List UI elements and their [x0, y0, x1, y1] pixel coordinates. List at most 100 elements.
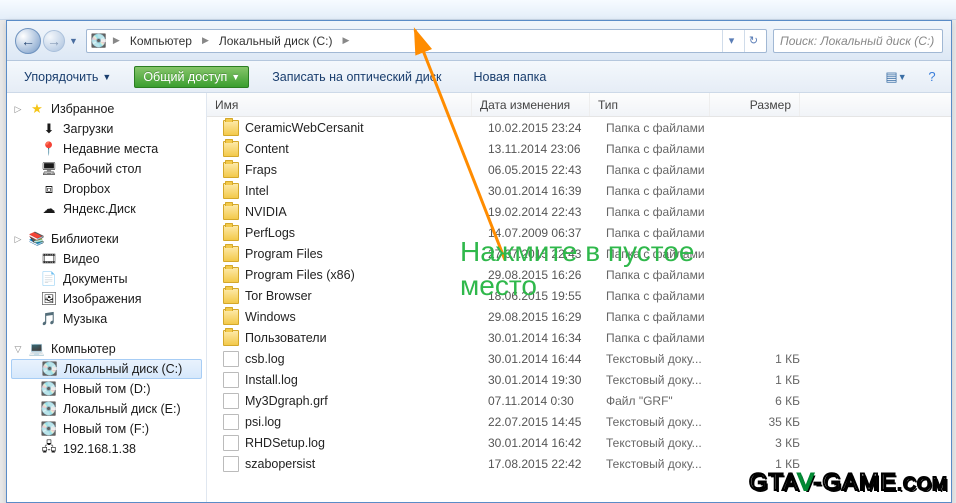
file-date: 30.01.2014 16:42: [480, 436, 598, 450]
drive-icon: 💽: [91, 33, 107, 49]
sidebar-item[interactable]: 📍Недавние места: [7, 139, 206, 159]
file-row[interactable]: csb.log30.01.2014 16:44Текстовый доку...…: [207, 348, 951, 369]
file-date: 30.01.2014 16:39: [480, 184, 598, 198]
new-folder-button[interactable]: Новая папка: [464, 66, 555, 88]
file-row[interactable]: Content13.11.2014 23:06Папка с файлами: [207, 138, 951, 159]
drive-icon: 💽: [41, 421, 57, 437]
file-row[interactable]: Intel30.01.2014 16:39Папка с файлами: [207, 180, 951, 201]
sidebar-item[interactable]: 💽Новый том (D:): [7, 379, 206, 399]
file-type: Папка с файлами: [598, 289, 718, 303]
back-button[interactable]: ←: [15, 28, 41, 54]
file-name: Пользователи: [245, 331, 327, 345]
library-icon: 📚: [29, 231, 45, 247]
file-row[interactable]: Program Files27.07.2015 22:43Папка с фай…: [207, 243, 951, 264]
docs-icon: 📄: [41, 271, 57, 287]
libraries-header[interactable]: ▷ 📚 Библиотеки: [7, 229, 206, 249]
sidebar-item-label: Новый том (D:): [63, 382, 151, 396]
search-input[interactable]: Поиск: Локальный диск (C:): [773, 29, 943, 53]
search-placeholder: Поиск: Локальный диск (C:): [780, 34, 934, 48]
sidebar-item[interactable]: 🖼Изображения: [7, 289, 206, 309]
video-icon: 🎞: [41, 251, 57, 267]
sidebar-item-label: Музыка: [63, 312, 107, 326]
address-dropdown[interactable]: ▾: [722, 30, 740, 52]
sidebar-item[interactable]: 💽Локальный диск (E:): [7, 399, 206, 419]
sidebar-item[interactable]: 🎵Музыка: [7, 309, 206, 329]
file-row[interactable]: RHDSetup.log30.01.2014 16:42Текстовый до…: [207, 432, 951, 453]
sidebar-item-label: Видео: [63, 252, 100, 266]
file-type: Папка с файлами: [598, 247, 718, 261]
download-icon: ⬇: [41, 121, 57, 137]
folder-icon: [223, 267, 239, 283]
file-name: PerfLogs: [245, 226, 295, 240]
col-type[interactable]: Тип: [590, 93, 710, 116]
organize-button[interactable]: Упорядочить ▼: [15, 66, 120, 88]
file-icon: [223, 393, 239, 409]
titlebar-remnant: [0, 0, 956, 20]
sidebar-item-label: Локальный диск (E:): [63, 402, 181, 416]
file-row[interactable]: NVIDIA19.02.2014 22:43Папка с файлами: [207, 201, 951, 222]
file-type: Текстовый доку...: [598, 415, 718, 429]
expand-icon: ▽: [13, 344, 23, 355]
sidebar-item-label: Яндекс.Диск: [63, 202, 136, 216]
file-row[interactable]: psi.log22.07.2015 14:45Текстовый доку...…: [207, 411, 951, 432]
folder-icon: [223, 246, 239, 262]
file-date: 29.08.2015 16:26: [480, 268, 598, 282]
computer-icon: 💻: [29, 341, 45, 357]
burn-button[interactable]: Записать на оптический диск: [263, 66, 450, 88]
computer-header[interactable]: ▽ 💻 Компьютер: [7, 339, 206, 359]
share-button[interactable]: Общий доступ ▼: [134, 66, 249, 88]
file-row[interactable]: PerfLogs14.07.2009 06:37Папка с файлами: [207, 222, 951, 243]
sidebar-item[interactable]: 🖥Рабочий стол: [7, 159, 206, 179]
file-date: 22.07.2015 14:45: [480, 415, 598, 429]
sidebar-item[interactable]: ⬇Загрузки: [7, 119, 206, 139]
file-type: Папка с файлами: [598, 184, 718, 198]
view-options-button[interactable]: ▤ ▼: [885, 66, 907, 88]
col-name[interactable]: Имя: [207, 93, 472, 116]
sidebar-item[interactable]: 💽Локальный диск (C:): [11, 359, 202, 379]
refresh-button[interactable]: ↻: [744, 30, 762, 52]
sidebar-item-label: Изображения: [63, 292, 142, 306]
sidebar-item[interactable]: ☁Яндекс.Диск: [7, 199, 206, 219]
chevron-right-icon: ▶: [111, 35, 122, 46]
file-name: RHDSetup.log: [245, 436, 325, 450]
file-row[interactable]: Tor Browser18.06.2015 19:55Папка с файла…: [207, 285, 951, 306]
breadcrumb-root[interactable]: Компьютер: [126, 30, 196, 52]
file-row[interactable]: CeramicWebCersanit10.02.2015 23:24Папка …: [207, 117, 951, 138]
sidebar-item[interactable]: 💽Новый том (F:): [7, 419, 206, 439]
sidebar-item-label: Документы: [63, 272, 127, 286]
folder-icon: [223, 309, 239, 325]
file-date: 06.05.2015 22:43: [480, 163, 598, 177]
col-date[interactable]: Дата изменения: [472, 93, 590, 116]
sidebar-item[interactable]: ⧈Dropbox: [7, 179, 206, 199]
nav-history-dropdown[interactable]: ▼: [67, 36, 80, 46]
file-row[interactable]: Fraps06.05.2015 22:43Папка с файлами: [207, 159, 951, 180]
file-row[interactable]: Windows29.08.2015 16:29Папка с файлами: [207, 306, 951, 327]
file-size: 3 КБ: [718, 436, 808, 450]
col-size[interactable]: Размер: [710, 93, 800, 116]
sidebar-item[interactable]: 📄 Документы: [7, 269, 206, 289]
file-row[interactable]: Program Files (x86)29.08.2015 16:26Папка…: [207, 264, 951, 285]
file-type: Текстовый доку...: [598, 457, 718, 471]
address-bar[interactable]: 💽 ▶ Компьютер ▶ Локальный диск (C:) ▶ ▾ …: [86, 29, 767, 53]
collapse-icon: ▷: [13, 234, 23, 245]
forward-button[interactable]: →: [43, 30, 65, 52]
sidebar-item[interactable]: 🎞 Видео: [7, 249, 206, 269]
file-size: 35 КБ: [718, 415, 808, 429]
file-row[interactable]: szabopersist17.08.2015 22:42Текстовый до…: [207, 453, 951, 474]
file-list[interactable]: Имя Дата изменения Тип Размер CeramicWeb…: [207, 93, 951, 502]
nav-bar: ← → ▼ 💽 ▶ Компьютер ▶ Локальный диск (C:…: [7, 21, 951, 61]
sidebar-item-label: Недавние места: [63, 142, 158, 156]
file-row[interactable]: Install.log30.01.2014 19:30Текстовый док…: [207, 369, 951, 390]
help-button[interactable]: ?: [921, 66, 943, 88]
dropbox-icon: ⧈: [41, 181, 57, 197]
folder-icon: [223, 141, 239, 157]
sidebar-item[interactable]: 🖧192.168.1.38: [7, 439, 206, 459]
file-icon: [223, 456, 239, 472]
folder-icon: [223, 330, 239, 346]
breadcrumb-current[interactable]: Локальный диск (C:): [215, 30, 337, 52]
favorites-header[interactable]: ▷ ★ Избранное: [7, 99, 206, 119]
file-name: csb.log: [245, 352, 285, 366]
file-row[interactable]: My3Dgraph.grf07.11.2014 0:30Файл "GRF"6 …: [207, 390, 951, 411]
file-row[interactable]: Пользователи30.01.2014 16:34Папка с файл…: [207, 327, 951, 348]
file-name: Content: [245, 142, 289, 156]
